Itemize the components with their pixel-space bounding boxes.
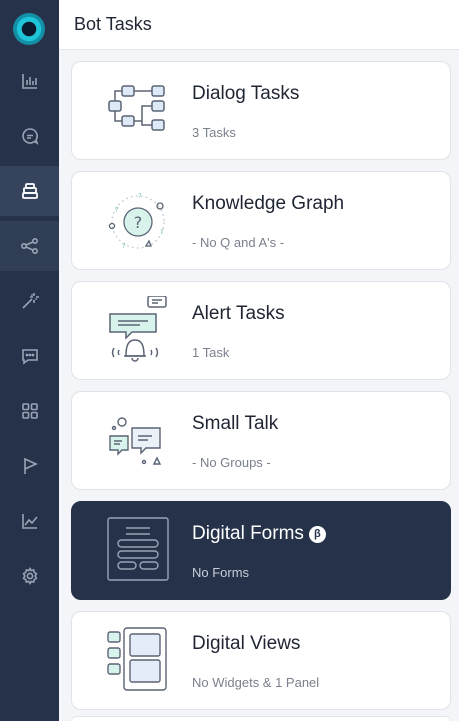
- grid-icon: [21, 403, 38, 419]
- digital-views-icon: [107, 627, 167, 691]
- card-title: Dialog Tasks: [192, 83, 300, 104]
- chat-dots-icon: [21, 349, 38, 365]
- sidebar-item-deploy[interactable]: [0, 441, 59, 491]
- card-title: Small Talk: [192, 413, 279, 434]
- page-title: Bot Tasks: [74, 14, 152, 34]
- card-dialog-tasks[interactable]: Dialog Tasks 3 Tasks: [71, 61, 451, 160]
- knowledge-graph-icon: ? ? ? ? ?: [108, 192, 165, 250]
- alert-tasks-icon: [109, 296, 167, 362]
- line-chart-icon: [21, 514, 38, 529]
- card-title: Knowledge Graph: [192, 193, 345, 214]
- dialog-tasks-icon: [108, 85, 165, 131]
- sidebar-item-train[interactable]: [0, 276, 59, 326]
- card-title-text: Digital Forms: [192, 523, 304, 544]
- magic-wand-icon: [21, 293, 39, 309]
- card-title: Digital Views: [192, 633, 301, 654]
- sidebar: [0, 0, 59, 721]
- sidebar-item-chat[interactable]: [0, 331, 59, 381]
- card-title: Digital Forms β: [192, 523, 326, 545]
- card-subtitle: No Widgets & 1 Panel: [192, 675, 320, 690]
- card-subtitle: No Forms: [192, 565, 250, 580]
- svg-text:?: ?: [138, 192, 142, 200]
- card-alert-tasks[interactable]: Alert Tasks 1 Task: [71, 281, 451, 380]
- beta-badge: β: [308, 526, 326, 543]
- next-card-peek: [71, 716, 451, 721]
- card-subtitle: 3 Tasks: [192, 125, 236, 140]
- sidebar-item-bot-tasks[interactable]: [0, 166, 59, 216]
- chat-search-icon: [21, 128, 38, 145]
- svg-text:?: ?: [122, 242, 126, 250]
- digital-forms-icon: [107, 517, 169, 581]
- page-header: Bot Tasks: [59, 0, 459, 50]
- gear-icon: [22, 566, 37, 586]
- card-digital-views[interactable]: Digital Views No Widgets & 1 Panel: [71, 611, 451, 710]
- flag-icon: [23, 457, 38, 474]
- sidebar-item-reports[interactable]: [0, 496, 59, 546]
- bot-tasks-icon: [21, 183, 38, 199]
- card-knowledge-graph[interactable]: ? ? ? ? ? Knowledge Graph - No Q and A's…: [71, 171, 451, 270]
- sidebar-item-integrations[interactable]: [0, 221, 59, 271]
- svg-text:?: ?: [115, 206, 119, 214]
- card-subtitle: - No Q and A's -: [192, 235, 285, 250]
- share-nodes-icon: [20, 237, 38, 255]
- card-subtitle: - No Groups -: [192, 455, 271, 470]
- bar-chart-icon: [21, 74, 37, 89]
- svg-text:?: ?: [160, 228, 164, 236]
- card-small-talk[interactable]: Small Talk - No Groups -: [71, 391, 451, 490]
- small-talk-icon: [109, 417, 162, 465]
- app-logo[interactable]: [13, 13, 45, 45]
- card-digital-forms[interactable]: Digital Forms β No Forms: [71, 501, 451, 600]
- sidebar-item-analytics[interactable]: [0, 56, 59, 106]
- sidebar-item-settings[interactable]: [0, 551, 59, 601]
- sidebar-item-conversations[interactable]: [0, 111, 59, 161]
- sidebar-item-apps[interactable]: [0, 386, 59, 436]
- card-title: Alert Tasks: [192, 303, 285, 324]
- card-subtitle: 1 Task: [192, 345, 230, 360]
- svg-text:?: ?: [134, 213, 143, 232]
